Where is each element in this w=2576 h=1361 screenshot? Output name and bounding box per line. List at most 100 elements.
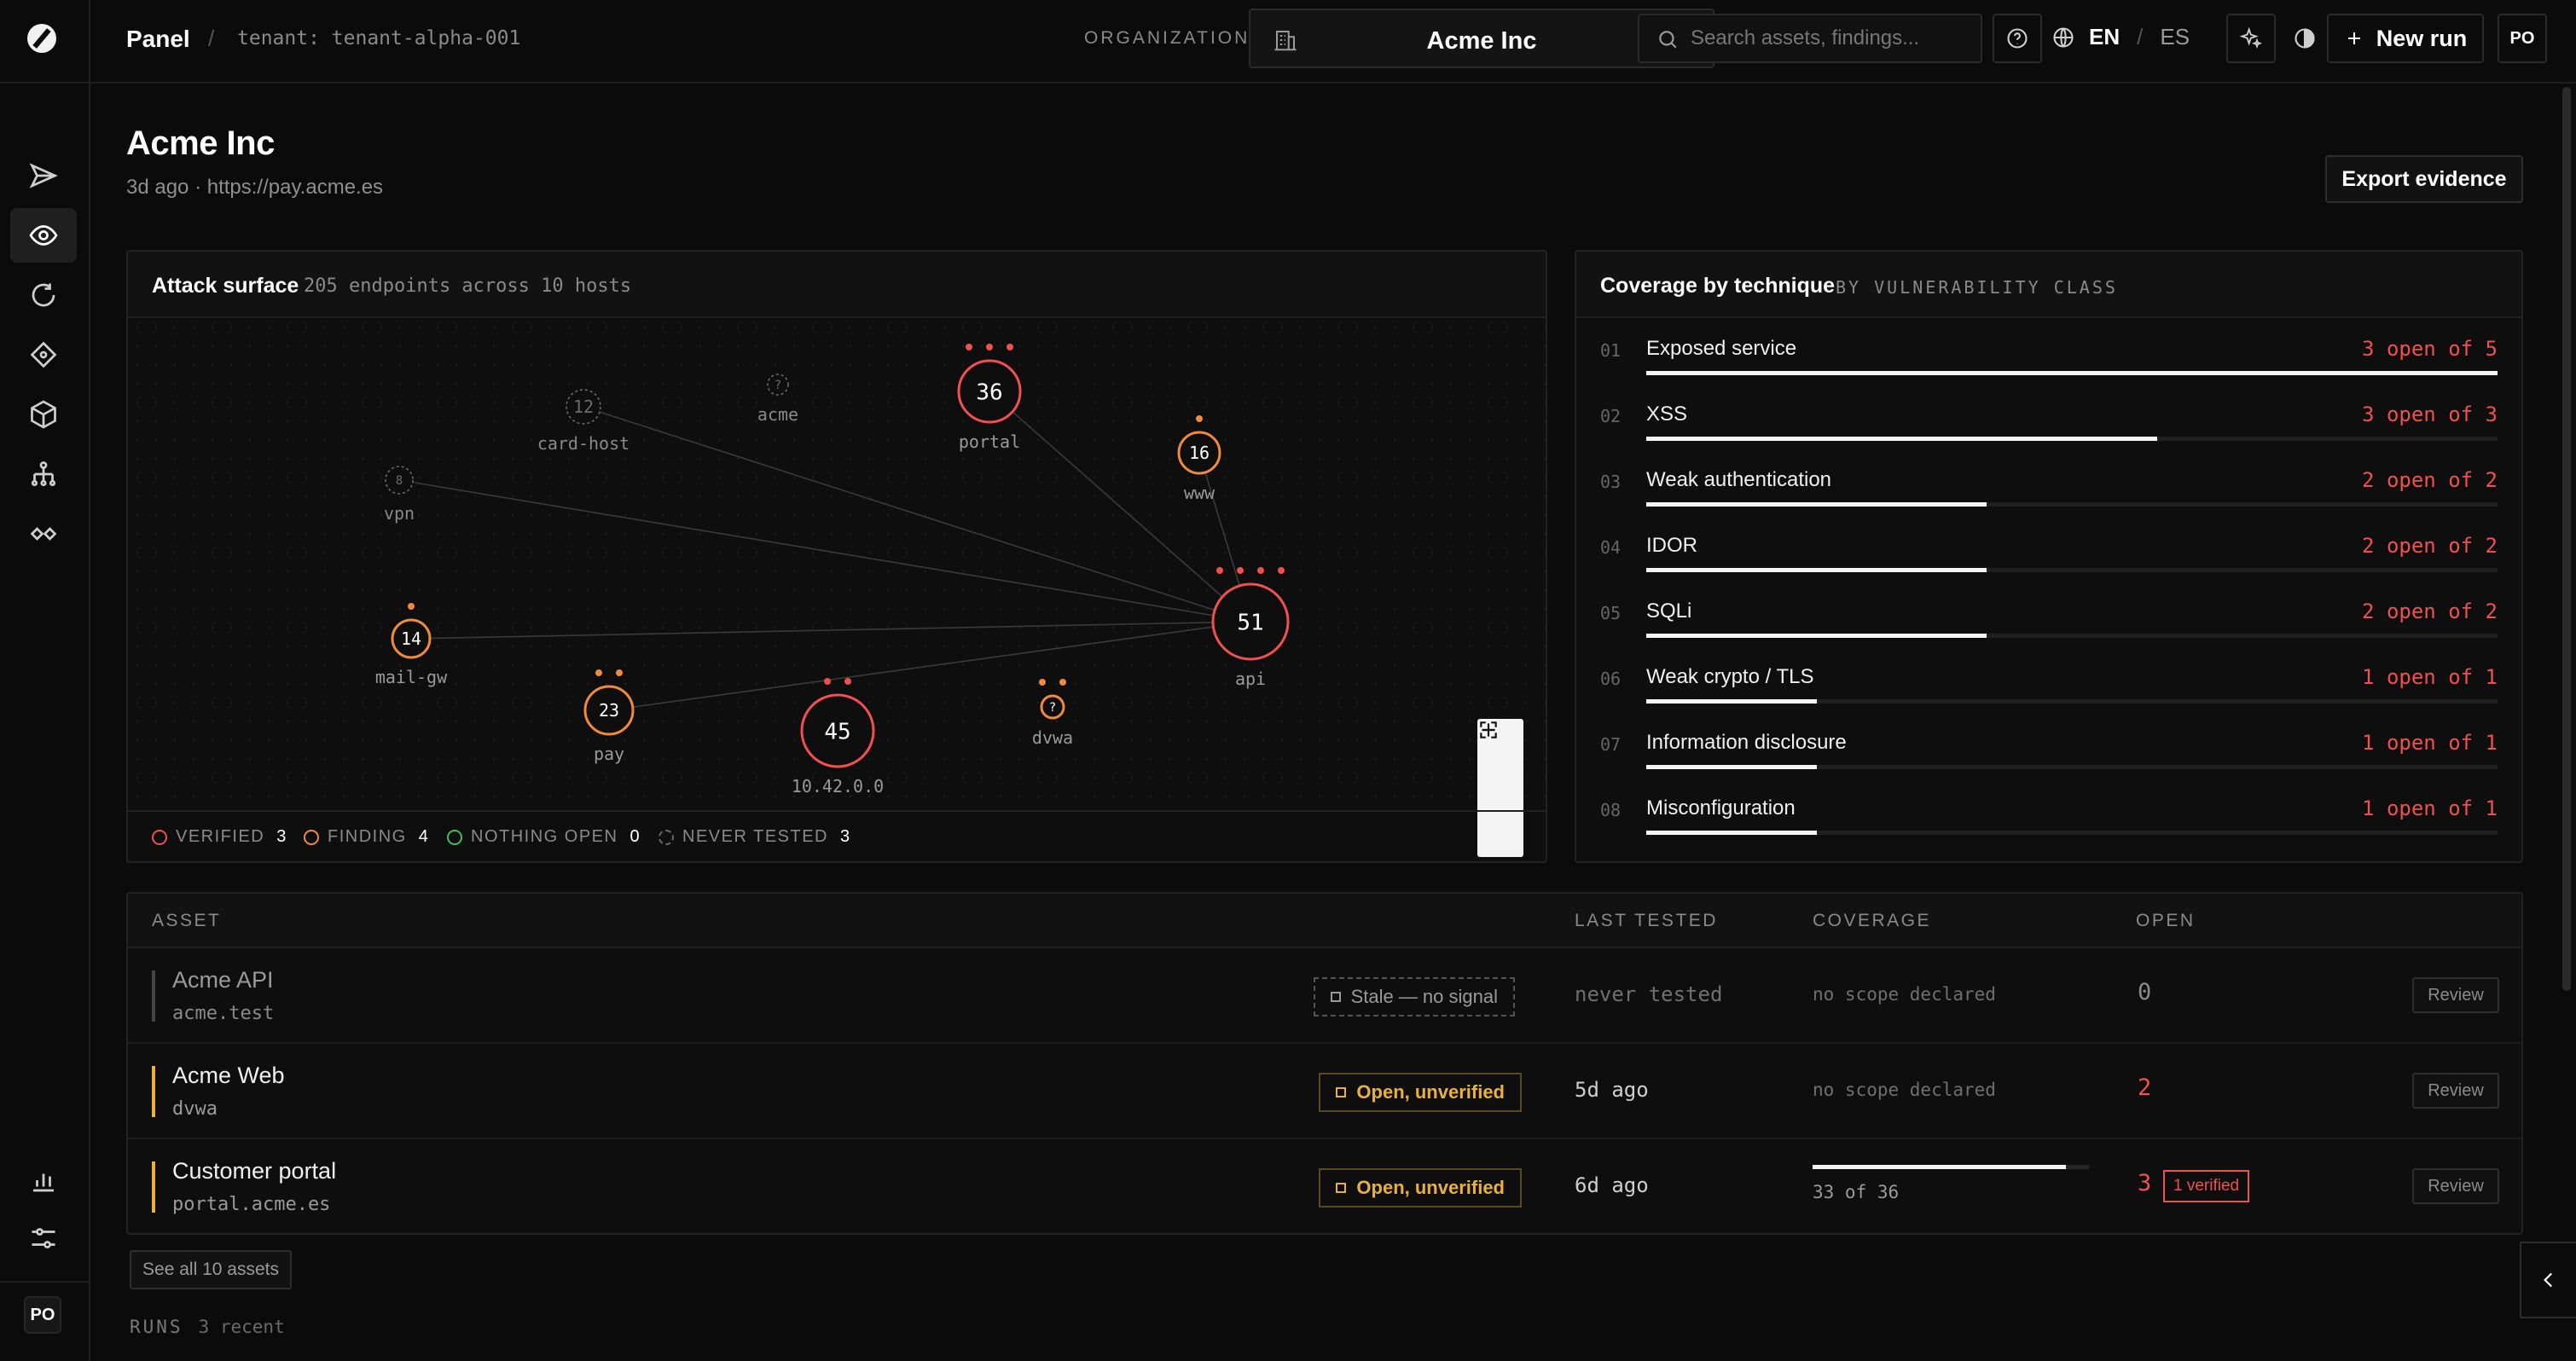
node-label: pay bbox=[594, 744, 624, 764]
collapse-panel-button[interactable] bbox=[2520, 1242, 2576, 1318]
help-button[interactable] bbox=[1993, 14, 2042, 63]
user-avatar[interactable]: PO bbox=[2498, 14, 2547, 63]
graph-node[interactable]: 23 pay bbox=[583, 669, 635, 764]
diamond-icon[interactable] bbox=[10, 327, 77, 382]
coverage-card: Coverage by technique BY VULNERABILITY C… bbox=[1575, 250, 2523, 863]
page-title: Acme Inc bbox=[126, 125, 275, 162]
cube-icon[interactable] bbox=[10, 387, 77, 442]
card-title: Attack surface bbox=[152, 274, 299, 298]
col-open[interactable]: OPEN bbox=[2136, 911, 2196, 931]
language-es[interactable]: ES bbox=[2160, 24, 2190, 49]
col-coverage[interactable]: COVERAGE bbox=[1813, 911, 1931, 931]
last-tested: never tested bbox=[1575, 982, 1723, 1006]
graph-node[interactable]: 8 vpn bbox=[384, 466, 415, 524]
graph-node[interactable]: 16 www bbox=[1177, 415, 1221, 503]
logo-icon[interactable] bbox=[27, 24, 56, 53]
ai-assist-button[interactable] bbox=[2226, 14, 2276, 63]
finding-dot bbox=[1216, 567, 1223, 574]
node-label: portal bbox=[959, 431, 1020, 452]
review-button[interactable]: Review bbox=[2412, 977, 2499, 1013]
asset-name[interactable]: Acme API bbox=[172, 967, 274, 993]
see-all-assets-button[interactable]: See all 10 assets bbox=[130, 1250, 292, 1289]
col-asset[interactable]: ASSET bbox=[152, 911, 221, 931]
table-row[interactable]: Acme API acme.test Stale — no signal nev… bbox=[128, 948, 2521, 1044]
review-button[interactable]: Review bbox=[2412, 1073, 2499, 1109]
node-label: dvwa bbox=[1032, 727, 1073, 748]
coverage-row[interactable]: 05 SQLi 2 open of 2 bbox=[1576, 586, 2521, 652]
refresh-icon[interactable] bbox=[10, 268, 77, 322]
status-label: Open, unverified bbox=[1356, 1177, 1505, 1198]
graph-node[interactable]: 45 10.42.0.0 bbox=[792, 678, 884, 796]
col-last-tested[interactable]: LAST TESTED bbox=[1575, 911, 1718, 931]
left-rail: PO bbox=[0, 0, 90, 1361]
table-row[interactable]: Customer portal portal.acme.es Open, unv… bbox=[128, 1139, 2521, 1235]
card-header: Coverage by technique BY VULNERABILITY C… bbox=[1576, 252, 2521, 318]
graph-canvas[interactable]: ? acme 12 card-host 8 vpn 36 portal 16 www 51 api 14… bbox=[128, 318, 1546, 810]
status-square-icon bbox=[1336, 1183, 1347, 1193]
graph-node[interactable]: 12 card-host bbox=[537, 389, 629, 454]
technique-label: Information disclosure bbox=[1646, 731, 1847, 754]
sliders-icon[interactable] bbox=[10, 1211, 77, 1265]
coverage-bar bbox=[1646, 634, 2498, 638]
coverage-row[interactable]: 01 Exposed service 3 open of 5 bbox=[1576, 323, 2521, 389]
bar-chart-icon[interactable] bbox=[10, 1153, 77, 1208]
graph-node[interactable]: ? dvwa bbox=[1032, 679, 1073, 748]
review-button[interactable]: Review bbox=[2412, 1168, 2499, 1204]
coverage-row[interactable]: 02 XSS 3 open of 3 bbox=[1576, 389, 2521, 455]
eye-icon[interactable] bbox=[10, 208, 77, 263]
search-input[interactable] bbox=[1691, 15, 1972, 61]
legend-count: 4 bbox=[418, 827, 430, 846]
row-number: 03 bbox=[1600, 472, 1622, 492]
graph-edge bbox=[583, 406, 1251, 623]
node-count: 45 bbox=[824, 719, 850, 744]
coverage-bar-fill bbox=[1646, 437, 2157, 441]
attack-surface-graph[interactable]: ? acme 12 card-host 8 vpn 36 portal 16 www 51 api 14… bbox=[128, 318, 1546, 857]
open-count: 1 open of 1 bbox=[2362, 796, 2498, 820]
theme-toggle[interactable] bbox=[2288, 14, 2322, 63]
avatar[interactable]: PO bbox=[24, 1296, 61, 1334]
status-square-icon bbox=[1330, 992, 1341, 1002]
legend-dot bbox=[304, 829, 319, 845]
send-icon[interactable] bbox=[10, 148, 77, 203]
attack-surface-card: Attack surface 205 endpoints across 10 h… bbox=[126, 250, 1547, 863]
last-tested: 6d ago bbox=[1575, 1173, 1649, 1197]
globe-icon bbox=[2053, 27, 2074, 48]
coverage-row[interactable]: 07 Information disclosure 1 open of 1 bbox=[1576, 717, 2521, 783]
finding-dot bbox=[824, 678, 831, 685]
scrollbar[interactable] bbox=[2562, 87, 2571, 991]
status-label: Stale — no signal bbox=[1350, 986, 1498, 1007]
coverage-row[interactable]: 06 Weak crypto / TLS 1 open of 1 bbox=[1576, 652, 2521, 717]
legend-label: VERIFIED bbox=[176, 827, 265, 846]
table-row[interactable]: Acme Web dvwa Open, unverified 5d ago no… bbox=[128, 1044, 2521, 1139]
language-en[interactable]: EN bbox=[2089, 24, 2120, 49]
language-switcher[interactable]: EN / ES bbox=[2051, 24, 2190, 50]
asset-name[interactable]: Acme Web bbox=[172, 1063, 285, 1089]
coverage-bar bbox=[1646, 831, 2498, 835]
card-subtitle: BY VULNERABILITY CLASS bbox=[1836, 277, 2118, 298]
export-evidence-button[interactable]: Export evidence bbox=[2325, 155, 2523, 203]
zoom-out-button[interactable] bbox=[1477, 728, 1523, 811]
infinity-icon[interactable] bbox=[10, 507, 77, 561]
graph-node[interactable]: 51 api bbox=[1211, 567, 1290, 689]
asset-name[interactable]: Customer portal bbox=[172, 1158, 336, 1184]
coverage-row[interactable]: 03 Weak authentication 2 open of 2 bbox=[1576, 455, 2521, 520]
finding-dot bbox=[1257, 567, 1264, 574]
coverage-row[interactable]: 04 IDOR 2 open of 2 bbox=[1576, 520, 2521, 586]
graph-node[interactable]: 14 mail-gw bbox=[375, 603, 448, 687]
coverage-bar-fill bbox=[1646, 831, 1817, 835]
node-count: 12 bbox=[573, 397, 594, 417]
fullscreen-icon bbox=[1480, 721, 1497, 738]
new-run-button[interactable]: New run bbox=[2327, 14, 2484, 63]
node-count: 8 bbox=[396, 474, 403, 488]
graph-node[interactable]: ? acme bbox=[757, 374, 798, 425]
coverage-bar bbox=[1646, 699, 2498, 704]
table-header: ASSET LAST TESTED COVERAGE OPEN bbox=[128, 894, 2521, 948]
card-title: Coverage by technique bbox=[1600, 274, 1836, 298]
node-count: 23 bbox=[599, 700, 619, 721]
brand-title[interactable]: Panel bbox=[126, 26, 190, 53]
row-number: 06 bbox=[1600, 669, 1622, 689]
search-box[interactable] bbox=[1638, 14, 1982, 63]
graph-node[interactable]: 36 portal bbox=[957, 344, 1022, 452]
hierarchy-icon[interactable] bbox=[10, 447, 77, 501]
coverage-row[interactable]: 08 Misconfiguration 1 open of 1 bbox=[1576, 783, 2521, 848]
